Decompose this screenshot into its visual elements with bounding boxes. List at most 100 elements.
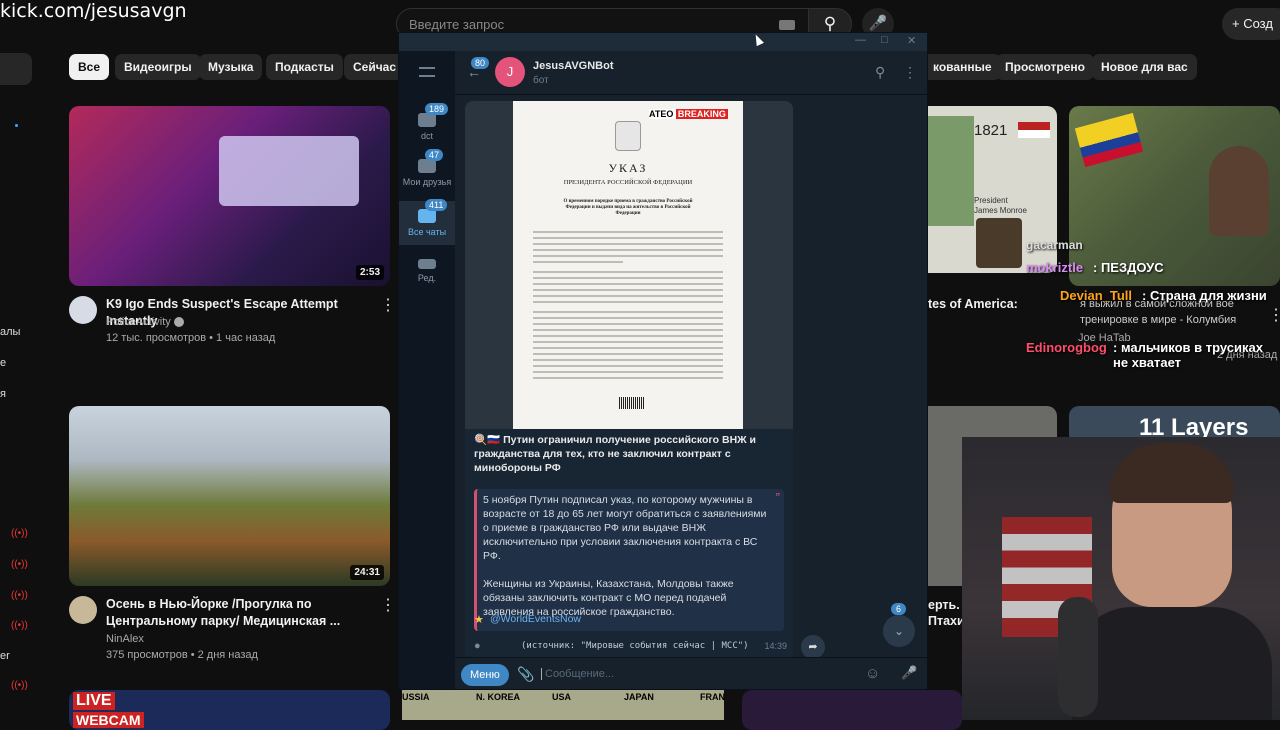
chat-username: Devian_Tull <box>1060 288 1133 303</box>
streamer-shirt <box>1072 607 1272 720</box>
streamer-hair <box>1110 443 1234 503</box>
folder-friends[interactable]: Мои друзья 47 <box>399 149 455 197</box>
breaking-tag: ATEO BREAKING <box>649 109 728 119</box>
channel-link[interactable]: @WorldEventsNow <box>490 613 581 625</box>
sidebar-item-home[interactable] <box>0 53 32 85</box>
folder-label: Все чаты <box>407 227 447 237</box>
folder-icon <box>418 113 436 127</box>
video-thumbnail[interactable]: 2:53 <box>69 106 390 286</box>
sidebar-label[interactable]: е <box>0 357 6 369</box>
more-icon[interactable]: ⋮ <box>903 64 917 81</box>
flag-icon <box>1074 112 1144 168</box>
menu-button[interactable] <box>399 61 455 87</box>
message-source: (источник: "Мировые события сейчас | MCC… <box>521 641 749 651</box>
doc-subtitle: ПРЕЗИДЕНТА РОССИЙСКОЙ ФЕДЕРАЦИИ <box>563 179 693 186</box>
map-caption: James Monroe <box>974 206 1027 215</box>
more-icon[interactable]: ⋮ <box>1268 305 1280 325</box>
video-meta: 375 просмотров • 2 дня назад <box>106 649 258 661</box>
channel-name[interactable]: PoliceActivity <box>106 316 171 328</box>
composer: Меню 📎 Сообщение... ☺ 🎤 <box>455 657 927 689</box>
video-thumbnail[interactable] <box>742 690 962 730</box>
chip-podcasts[interactable]: Подкасты <box>266 54 343 80</box>
avatar[interactable]: J <box>495 57 525 87</box>
video-title[interactable]: ерть. <box>928 597 960 614</box>
country-label: USSIA <box>402 692 430 702</box>
message-quote: ” 5 ноября Путин подписал указ, по котор… <box>474 489 784 631</box>
live-icon: ((•)) <box>11 590 28 601</box>
chip-all[interactable]: Все <box>69 54 110 80</box>
search-icon[interactable]: ⚲ <box>875 64 885 81</box>
unread-badge: 6 <box>891 603 907 615</box>
unread-badge: 411 <box>425 199 448 211</box>
video-thumbnail[interactable]: 24:31 <box>69 406 390 586</box>
video-title[interactable]: Осень в Нью-Йорке /Прогулка по Центральн… <box>106 596 376 630</box>
video-thumbnail[interactable] <box>1069 106 1280 286</box>
bot-menu-button[interactable]: Меню <box>461 664 509 686</box>
quote-icon: ” <box>775 490 780 505</box>
video-title[interactable]: Птахи <box>928 613 965 630</box>
folder-label: Ред. <box>417 273 437 283</box>
sliders-icon <box>418 259 436 269</box>
channel-avatar[interactable] <box>69 296 97 324</box>
sidebar-label[interactable]: алы <box>0 326 20 338</box>
country-label: JAPAN <box>624 692 654 702</box>
user-icon: ● <box>474 640 481 652</box>
message-input[interactable]: Сообщение... <box>541 668 614 680</box>
message-headline: 🍭🇷🇺 Путин ограничил получение российског… <box>474 434 757 474</box>
barcode <box>619 397 645 409</box>
webcam-overlay <box>962 437 1280 720</box>
folder-all-chats[interactable]: Все чаты 411 <box>399 199 455 245</box>
chat-username: mokriztle <box>1026 260 1084 275</box>
unread-badge: 47 <box>425 149 444 161</box>
minimize-icon[interactable]: — <box>855 34 866 46</box>
video-title[interactable]: tes of America: <box>928 296 1018 313</box>
forward-button[interactable]: ➦ <box>801 635 825 659</box>
star-icon: ★ <box>474 614 484 626</box>
chip-new[interactable]: Новое для вас <box>1092 54 1197 80</box>
attach-icon[interactable]: 📎 <box>517 666 534 683</box>
chip-watched[interactable]: Просмотрено <box>996 54 1095 80</box>
video-duration: 24:31 <box>350 565 384 580</box>
message-photo[interactable]: ATEO BREAKING УКАЗ ПРЕЗИДЕНТА РОССИЙСКОЙ… <box>465 101 793 429</box>
channel-avatar[interactable] <box>69 596 97 624</box>
webcam-label: WEBCAM <box>73 712 144 728</box>
more-icon[interactable]: ⋮ <box>380 295 396 315</box>
close-icon[interactable]: ✕ <box>907 34 916 47</box>
doc-heading: О временном порядке приема в гражданство… <box>563 199 693 216</box>
window-titlebar[interactable]: — □ ✕ <box>399 33 927 51</box>
create-button[interactable]: + Созд <box>1222 8 1280 40</box>
telegram-window: — □ ✕ dct 189 Мои друзья 47 Все чаты 411… <box>398 32 928 690</box>
forward-icon: ➦ <box>808 641 818 653</box>
verified-icon <box>174 317 184 327</box>
chip-recommended[interactable]: кованные <box>924 54 1001 80</box>
scroll-down-button[interactable]: ⌄ <box>883 615 915 647</box>
sidebar-label[interactable]: я <box>0 388 6 400</box>
live-icon: ((•)) <box>11 620 28 631</box>
folder-edit[interactable]: Ред. <box>399 251 455 293</box>
more-icon[interactable]: ⋮ <box>380 595 396 615</box>
channel-name[interactable]: NinAlex <box>106 633 144 645</box>
unread-badge: 80 <box>471 57 490 69</box>
message-bubble: ATEO BREAKING УКАЗ ПРЕЗИДЕНТА РОССИЙСКОЙ… <box>465 101 793 661</box>
sidebar-label[interactable]: er <box>0 650 10 662</box>
maximize-icon[interactable]: □ <box>881 34 888 46</box>
video-thumbnail[interactable]: USSIA N. KOREA USA JAPAN FRAN <box>402 690 725 720</box>
quote-paragraph: 5 ноября Путин подписал указ, по котором… <box>483 494 767 562</box>
country-label: FRAN <box>700 692 725 702</box>
chip-now[interactable]: Сейчас в <box>344 54 404 80</box>
video-meta: 12 тыс. просмотров • 1 час назад <box>106 332 276 344</box>
folder-dct[interactable]: dct 189 <box>399 103 455 147</box>
live-icon: ((•)) <box>11 528 28 539</box>
hamburger-icon <box>419 67 435 77</box>
video-duration: 2:53 <box>355 265 384 280</box>
microphone-icon[interactable]: 🎤 <box>901 665 917 681</box>
map-year: 1821 <box>974 122 1008 139</box>
search-placeholder: Введите запрос <box>409 17 505 32</box>
chip-music[interactable]: Музыка <box>199 54 263 80</box>
emoji-icon[interactable]: ☺ <box>865 665 880 682</box>
chat-title[interactable]: JesusAVGNBot <box>533 60 613 72</box>
keyboard-icon[interactable] <box>779 20 795 30</box>
chip-games[interactable]: Видеоигры <box>115 54 201 80</box>
video-thumbnail[interactable]: LIVE WEBCAM <box>69 690 390 730</box>
folder-label: Мои друзья <box>402 177 452 187</box>
